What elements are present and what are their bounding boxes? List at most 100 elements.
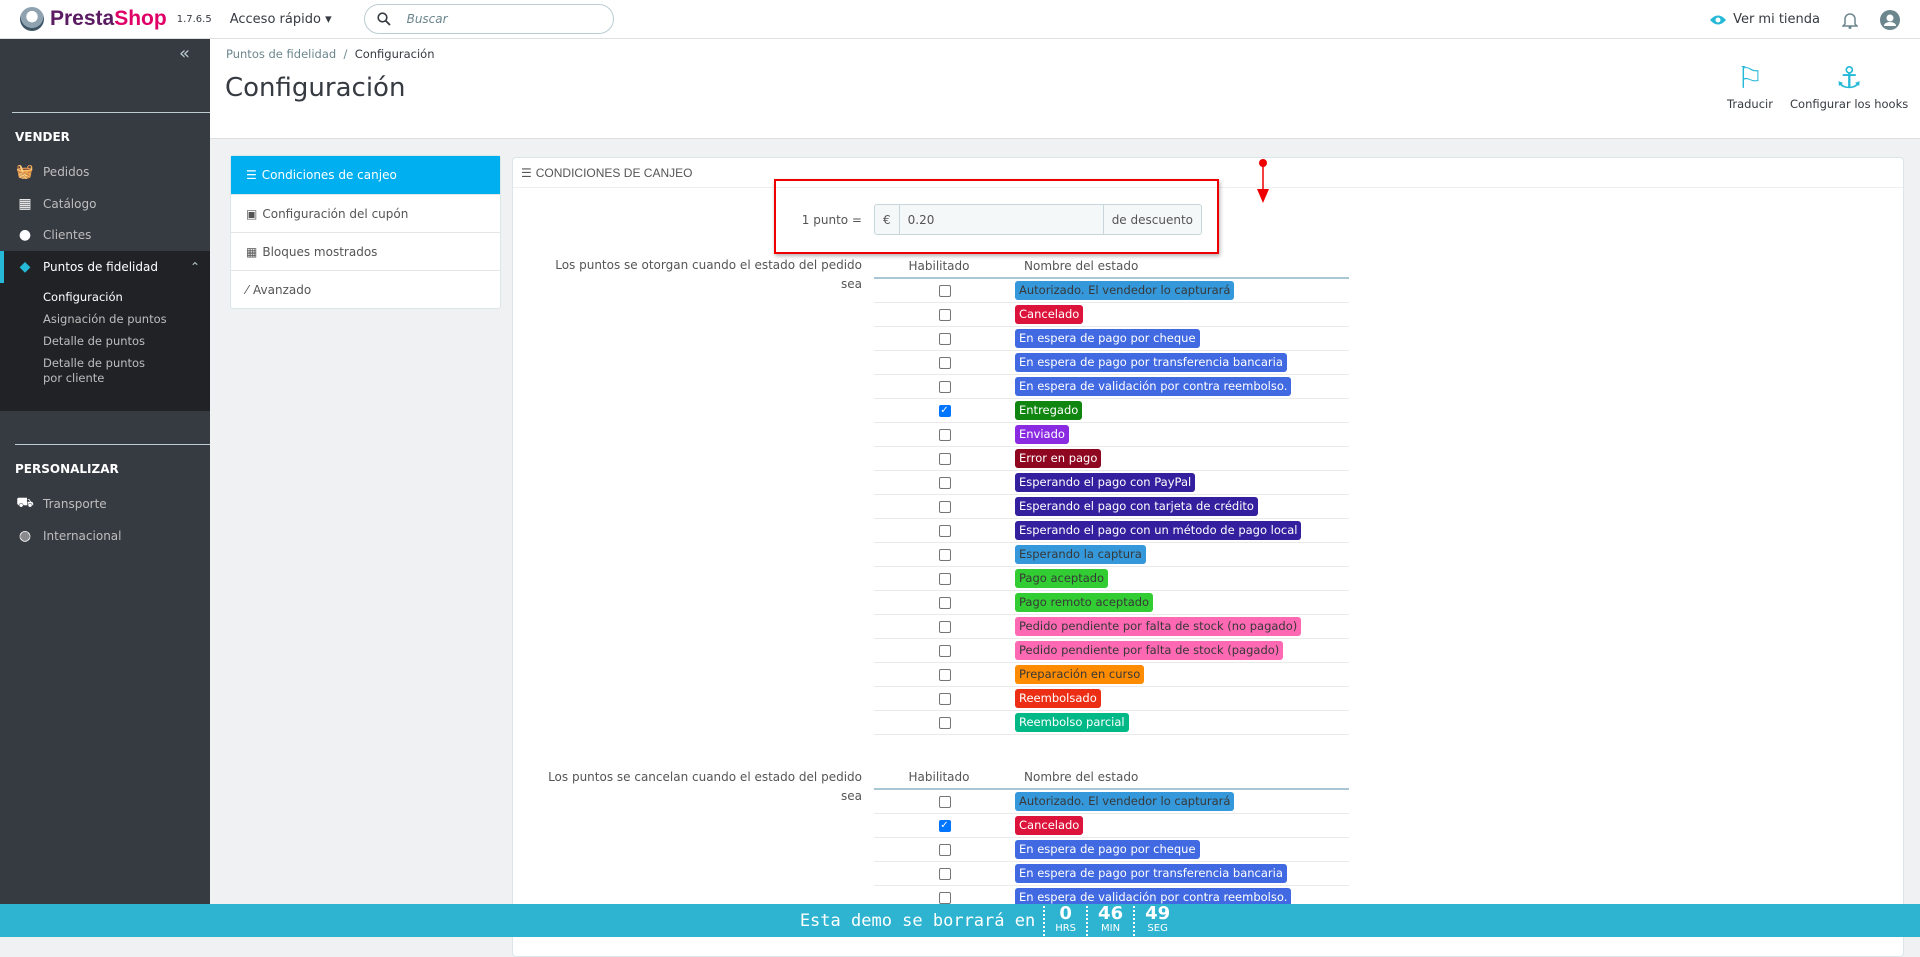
globe-icon: ◍ <box>18 528 32 544</box>
enabled-checkbox[interactable] <box>938 452 951 465</box>
tab-label: Avanzado <box>253 282 312 297</box>
seconds-label: SEG <box>1147 922 1168 934</box>
status-badge: Enviado <box>1015 425 1069 444</box>
translate-button[interactable]: ⚐ Traducir <box>1727 61 1773 111</box>
enabled-checkbox[interactable] <box>938 500 951 513</box>
enabled-checkbox[interactable] <box>938 524 951 537</box>
submenu-item-asignacion[interactable]: Asignación de puntos <box>0 312 210 327</box>
version-label: 1.7.6.5 <box>176 13 212 25</box>
enabled-cell <box>874 452 1015 465</box>
enabled-checkbox[interactable] <box>938 843 951 856</box>
table-row: Preparación en curso <box>874 663 1349 687</box>
caret-down-icon: ▾ <box>325 11 332 27</box>
minutes-value: 46 <box>1098 902 1124 924</box>
award-label: Los puntos se otorgan cuando el estado d… <box>555 258 862 291</box>
table-row: ✓ Entregado <box>874 399 1349 423</box>
enabled-checkbox[interactable] <box>938 644 951 657</box>
table-row: Esperando la captura <box>874 543 1349 567</box>
sidebar-item-pedidos[interactable]: 🧺 Pedidos <box>0 156 210 188</box>
sidebar-item-clientes[interactable]: ● Clientes <box>0 219 210 251</box>
sidebar-item-puntos-de-fidelidad[interactable]: ◆ Puntos de fidelidad ⌃ <box>0 251 210 283</box>
view-store-label: Ver mi tienda <box>1733 12 1820 27</box>
enabled-checkbox[interactable] <box>938 284 951 297</box>
enabled-checkbox[interactable]: ✓ <box>938 819 951 832</box>
magic-wand-icon: ⁄ <box>246 282 249 297</box>
table-row: Enviado <box>874 423 1349 447</box>
status-badge: Cancelado <box>1015 305 1084 324</box>
status-badge: Pago aceptado <box>1015 569 1109 588</box>
eye-icon <box>1710 15 1727 24</box>
submenu-item-detalle-cliente[interactable]: Detalle de puntos por cliente <box>0 356 150 386</box>
enabled-checkbox[interactable]: ✓ <box>938 404 951 417</box>
account-icon[interactable] <box>1880 9 1900 30</box>
table-row: ✓ Cancelado <box>874 814 1349 838</box>
table-row: En espera de validación por contra reemb… <box>874 375 1349 399</box>
quick-access-dropdown[interactable]: Acceso rápido ▾ <box>230 12 332 27</box>
table-row: Autorizado. El vendedor lo capturará <box>874 790 1349 814</box>
status-badge: Esperando el pago con tarjeta de crédito <box>1015 497 1258 516</box>
table-row: Pedido pendiente por falta de stock (no … <box>874 615 1349 639</box>
tab-condiciones-canjeo[interactable]: ☰ Condiciones de canjeo <box>231 156 500 194</box>
enabled-checkbox[interactable] <box>938 332 951 345</box>
enabled-checkbox[interactable] <box>938 795 951 808</box>
enabled-checkbox[interactable] <box>938 867 951 880</box>
sidebar-item-catalogo[interactable]: ▦ Catálogo <box>0 188 210 220</box>
tab-configuracion-cupon[interactable]: ▣ Configuración del cupón <box>231 194 500 232</box>
enabled-checkbox[interactable] <box>938 308 951 321</box>
enabled-checkbox[interactable] <box>938 428 951 441</box>
configure-hooks-button[interactable]: ⚓ Configurar los hooks <box>1790 61 1908 111</box>
cancel-status-table: Habilitado Nombre del estado Autorizado. … <box>874 766 1349 910</box>
submenu-item-detalle[interactable]: Detalle de puntos <box>0 334 210 349</box>
enabled-cell <box>874 716 1015 729</box>
enabled-checkbox[interactable] <box>938 620 951 633</box>
enabled-checkbox[interactable] <box>938 891 951 904</box>
status-badge: Esperando la captura <box>1015 545 1146 564</box>
enabled-checkbox[interactable] <box>938 380 951 393</box>
bell-icon[interactable] <box>1842 11 1858 29</box>
status-badge: Entregado <box>1015 401 1083 420</box>
status-badge: En espera de pago por transferencia banc… <box>1015 353 1287 372</box>
tag-heart-icon: ◆ <box>19 259 31 275</box>
enabled-checkbox[interactable] <box>938 692 951 705</box>
enabled-cell <box>874 668 1015 681</box>
tab-bloques-mostrados[interactable]: ▦ Bloques mostrados <box>231 232 500 270</box>
enabled-cell <box>874 284 1015 297</box>
enabled-cell <box>874 332 1015 345</box>
section-title-personalizar: PERSONALIZAR <box>15 462 119 476</box>
prestashop-logo[interactable]: PrestaShop <box>20 7 167 31</box>
sidebar-item-internacional[interactable]: ◍ Internacional <box>0 520 210 552</box>
table-row: Autorizado. El vendedor lo capturará <box>874 279 1349 303</box>
money-icon: ▣ <box>246 206 258 221</box>
collapse-sidebar-icon[interactable]: « <box>179 43 190 64</box>
enabled-checkbox[interactable] <box>938 356 951 369</box>
table-row: Pago remoto aceptado <box>874 591 1349 615</box>
sidebar-item-transporte[interactable]: ⛟ Transporte <box>0 488 210 520</box>
search-input[interactable]: Buscar <box>363 4 614 34</box>
chevron-up-icon: ⌃ <box>189 260 200 274</box>
submenu-item-configuracion[interactable]: Configuración <box>0 290 210 305</box>
status-badge: En espera de validación por contra reemb… <box>1015 377 1292 396</box>
enabled-cell <box>874 891 1015 904</box>
cancel-label: Los puntos se cancelan cuando el estado … <box>548 770 862 803</box>
sidebar-item-label: Puntos de fidelidad <box>43 260 158 274</box>
enabled-checkbox[interactable] <box>938 572 951 585</box>
sidebar: « VENDER 🧺 Pedidos ▦ Catálogo ● Clientes ◆ P… <box>0 39 210 937</box>
table-row: Esperando el pago con PayPal <box>874 471 1349 495</box>
breadcrumb-parent[interactable]: Puntos de fidelidad <box>226 47 336 61</box>
status-badge: Esperando el pago con PayPal <box>1015 473 1196 492</box>
sidebar-item-label: Transporte <box>43 497 107 511</box>
status-badge: Autorizado. El vendedor lo capturará <box>1015 792 1235 811</box>
enabled-checkbox[interactable] <box>938 476 951 489</box>
countdown-seconds: 49 SEG <box>1133 904 1180 936</box>
divider <box>12 112 210 113</box>
status-badge: Pedido pendiente por falta de stock (pag… <box>1015 641 1284 660</box>
table-row: Cancelado <box>874 303 1349 327</box>
enabled-checkbox[interactable] <box>938 716 951 729</box>
status-badge: Reembolsado <box>1015 689 1101 708</box>
tab-avanzado[interactable]: ⁄ Avanzado <box>231 270 500 308</box>
enabled-checkbox[interactable] <box>938 548 951 561</box>
flag-icon: ⚐ <box>1736 61 1764 96</box>
enabled-checkbox[interactable] <box>938 596 951 609</box>
view-store-link[interactable]: Ver mi tienda <box>1709 12 1820 27</box>
enabled-checkbox[interactable] <box>938 668 951 681</box>
